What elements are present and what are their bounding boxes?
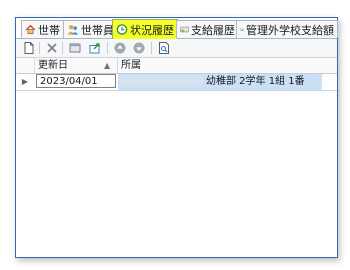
- toolbar-separator: [151, 42, 152, 54]
- tab-household-members[interactable]: 世帯員: [63, 20, 118, 38]
- copy-icon[interactable]: [68, 41, 82, 55]
- tab-payment-history[interactable]: 支給履歴: [176, 20, 239, 38]
- clock-icon: [116, 24, 128, 35]
- tab-label: 世帯: [38, 23, 60, 37]
- payment-icon: [180, 26, 189, 33]
- move-up-icon[interactable]: [113, 41, 127, 55]
- row-indicator-header: [16, 58, 35, 73]
- tab-label: 状況履歴: [130, 23, 174, 37]
- tab-status-history[interactable]: 状況履歴: [112, 19, 178, 39]
- toolbar-separator: [39, 42, 40, 54]
- row-affiliation: 幼稚部 2学年 1組 1番: [206, 76, 305, 87]
- column-header-affiliation[interactable]: 所属: [121, 58, 221, 73]
- toolbar-separator: [107, 42, 108, 54]
- sort-ascending-icon: ▲: [104, 61, 111, 70]
- tab-label: 支給履歴: [191, 23, 235, 37]
- tab-external-school-payment[interactable]: 管理外学校支給額: [236, 20, 338, 38]
- column-header-updated-date[interactable]: 更新日: [38, 58, 108, 73]
- school-payment-icon: [240, 28, 244, 31]
- grid-header: 更新日 ▲ 所属: [16, 58, 337, 74]
- home-icon: [25, 24, 36, 35]
- tab-label: 世帯員: [81, 23, 114, 37]
- tab-bar: 世帯 世帯員 状況履歴 支給履歴 管理外学校支給額: [16, 18, 338, 39]
- export-icon[interactable]: [88, 41, 102, 55]
- table-row[interactable]: ▶ 2023/04/01 幼稚部 2学年 1組 1番: [16, 74, 337, 91]
- delete-icon[interactable]: [45, 41, 59, 55]
- redacted-text: [120, 78, 202, 86]
- toolbar: [16, 39, 337, 58]
- toolbar-separator: [62, 42, 63, 54]
- tab-household[interactable]: 世帯: [21, 20, 64, 38]
- row-affiliation-cell[interactable]: 幼稚部 2学年 1組 1番: [118, 74, 322, 90]
- record-panel: 世帯 世帯員 状況履歴 支給履歴 管理外学校支給額 更新日 ▲ 所属 ▶ 202…: [15, 17, 338, 258]
- row-expand-icon[interactable]: ▶: [16, 74, 34, 90]
- tab-label: 管理外学校支給額: [246, 23, 334, 37]
- row-updated-date[interactable]: 2023/04/01: [36, 74, 116, 88]
- move-down-icon[interactable]: [132, 41, 146, 55]
- column-divider: [117, 58, 118, 73]
- new-document-icon[interactable]: [22, 41, 36, 55]
- preview-icon[interactable]: [157, 41, 171, 55]
- people-icon: [67, 25, 79, 35]
